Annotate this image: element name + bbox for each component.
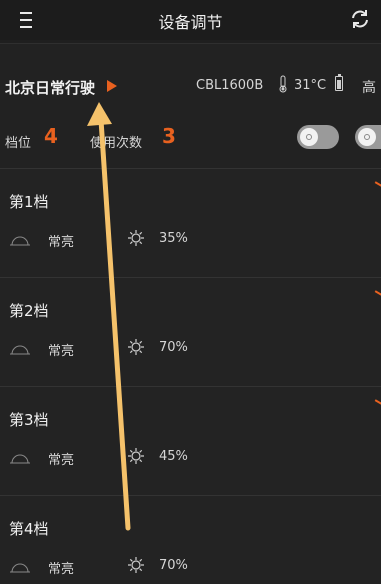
- light-mode: 常亮: [48, 344, 75, 359]
- battery-icon: [335, 74, 343, 91]
- steady-light-icon: [10, 454, 30, 464]
- chevron-icon[interactable]: [369, 181, 381, 197]
- page-title: 设备调节: [158, 13, 223, 32]
- brightness-icon: [128, 557, 144, 573]
- light-mode: 常亮: [48, 453, 75, 468]
- brightness-value: 70%: [159, 558, 188, 573]
- toggle-switch-2[interactable]: [355, 125, 381, 149]
- gear-row-4[interactable]: 第4档 常亮 70%: [0, 495, 381, 584]
- brightness-icon: [128, 339, 144, 355]
- toggle-switch-1[interactable]: [297, 125, 339, 149]
- gear-row-2[interactable]: 第2档 常亮 70%: [0, 277, 381, 386]
- top-bar: 设备调节: [0, 0, 381, 40]
- chevron-icon[interactable]: [369, 399, 381, 415]
- steady-light-icon: [10, 563, 30, 573]
- toggle-knob: [358, 128, 376, 146]
- light-mode: 常亮: [48, 235, 75, 250]
- gear-name: 第3档: [9, 411, 49, 429]
- use-count-label: 使用次数: [90, 136, 143, 151]
- gear-count: 4: [44, 124, 58, 148]
- device-info-panel: 北京日常行驶 CBL1600B 31°C 高 档位 4 使用次数 3: [0, 44, 381, 168]
- gear-name: 第1档: [9, 193, 49, 211]
- thermometer-icon: [279, 75, 287, 93]
- mode-name[interactable]: 北京日常行驶: [5, 77, 95, 98]
- brightness-value: 35%: [159, 231, 188, 246]
- gear-row-1[interactable]: 第1档 常亮 35%: [0, 168, 381, 277]
- level-tag: 高: [362, 80, 376, 96]
- brightness-icon: [128, 230, 144, 246]
- chevron-icon[interactable]: [369, 290, 381, 306]
- brightness-value: 45%: [159, 449, 188, 464]
- gear-label: 档位: [5, 136, 32, 151]
- device-model: CBL1600B: [196, 78, 264, 93]
- gear-row-3[interactable]: 第3档 常亮 45%: [0, 386, 381, 495]
- brightness-icon: [128, 448, 144, 464]
- gear-name: 第2档: [9, 302, 49, 320]
- steady-light-icon: [10, 236, 30, 246]
- steady-light-icon: [10, 345, 30, 355]
- gear-name: 第4档: [9, 520, 49, 538]
- light-mode: 常亮: [48, 562, 75, 577]
- brightness-value: 70%: [159, 340, 188, 355]
- use-count: 3: [162, 124, 176, 148]
- toggle-knob: [300, 128, 318, 146]
- refresh-icon[interactable]: [348, 7, 372, 31]
- temperature: 31°C: [294, 78, 327, 93]
- play-arrow-icon[interactable]: [107, 80, 117, 92]
